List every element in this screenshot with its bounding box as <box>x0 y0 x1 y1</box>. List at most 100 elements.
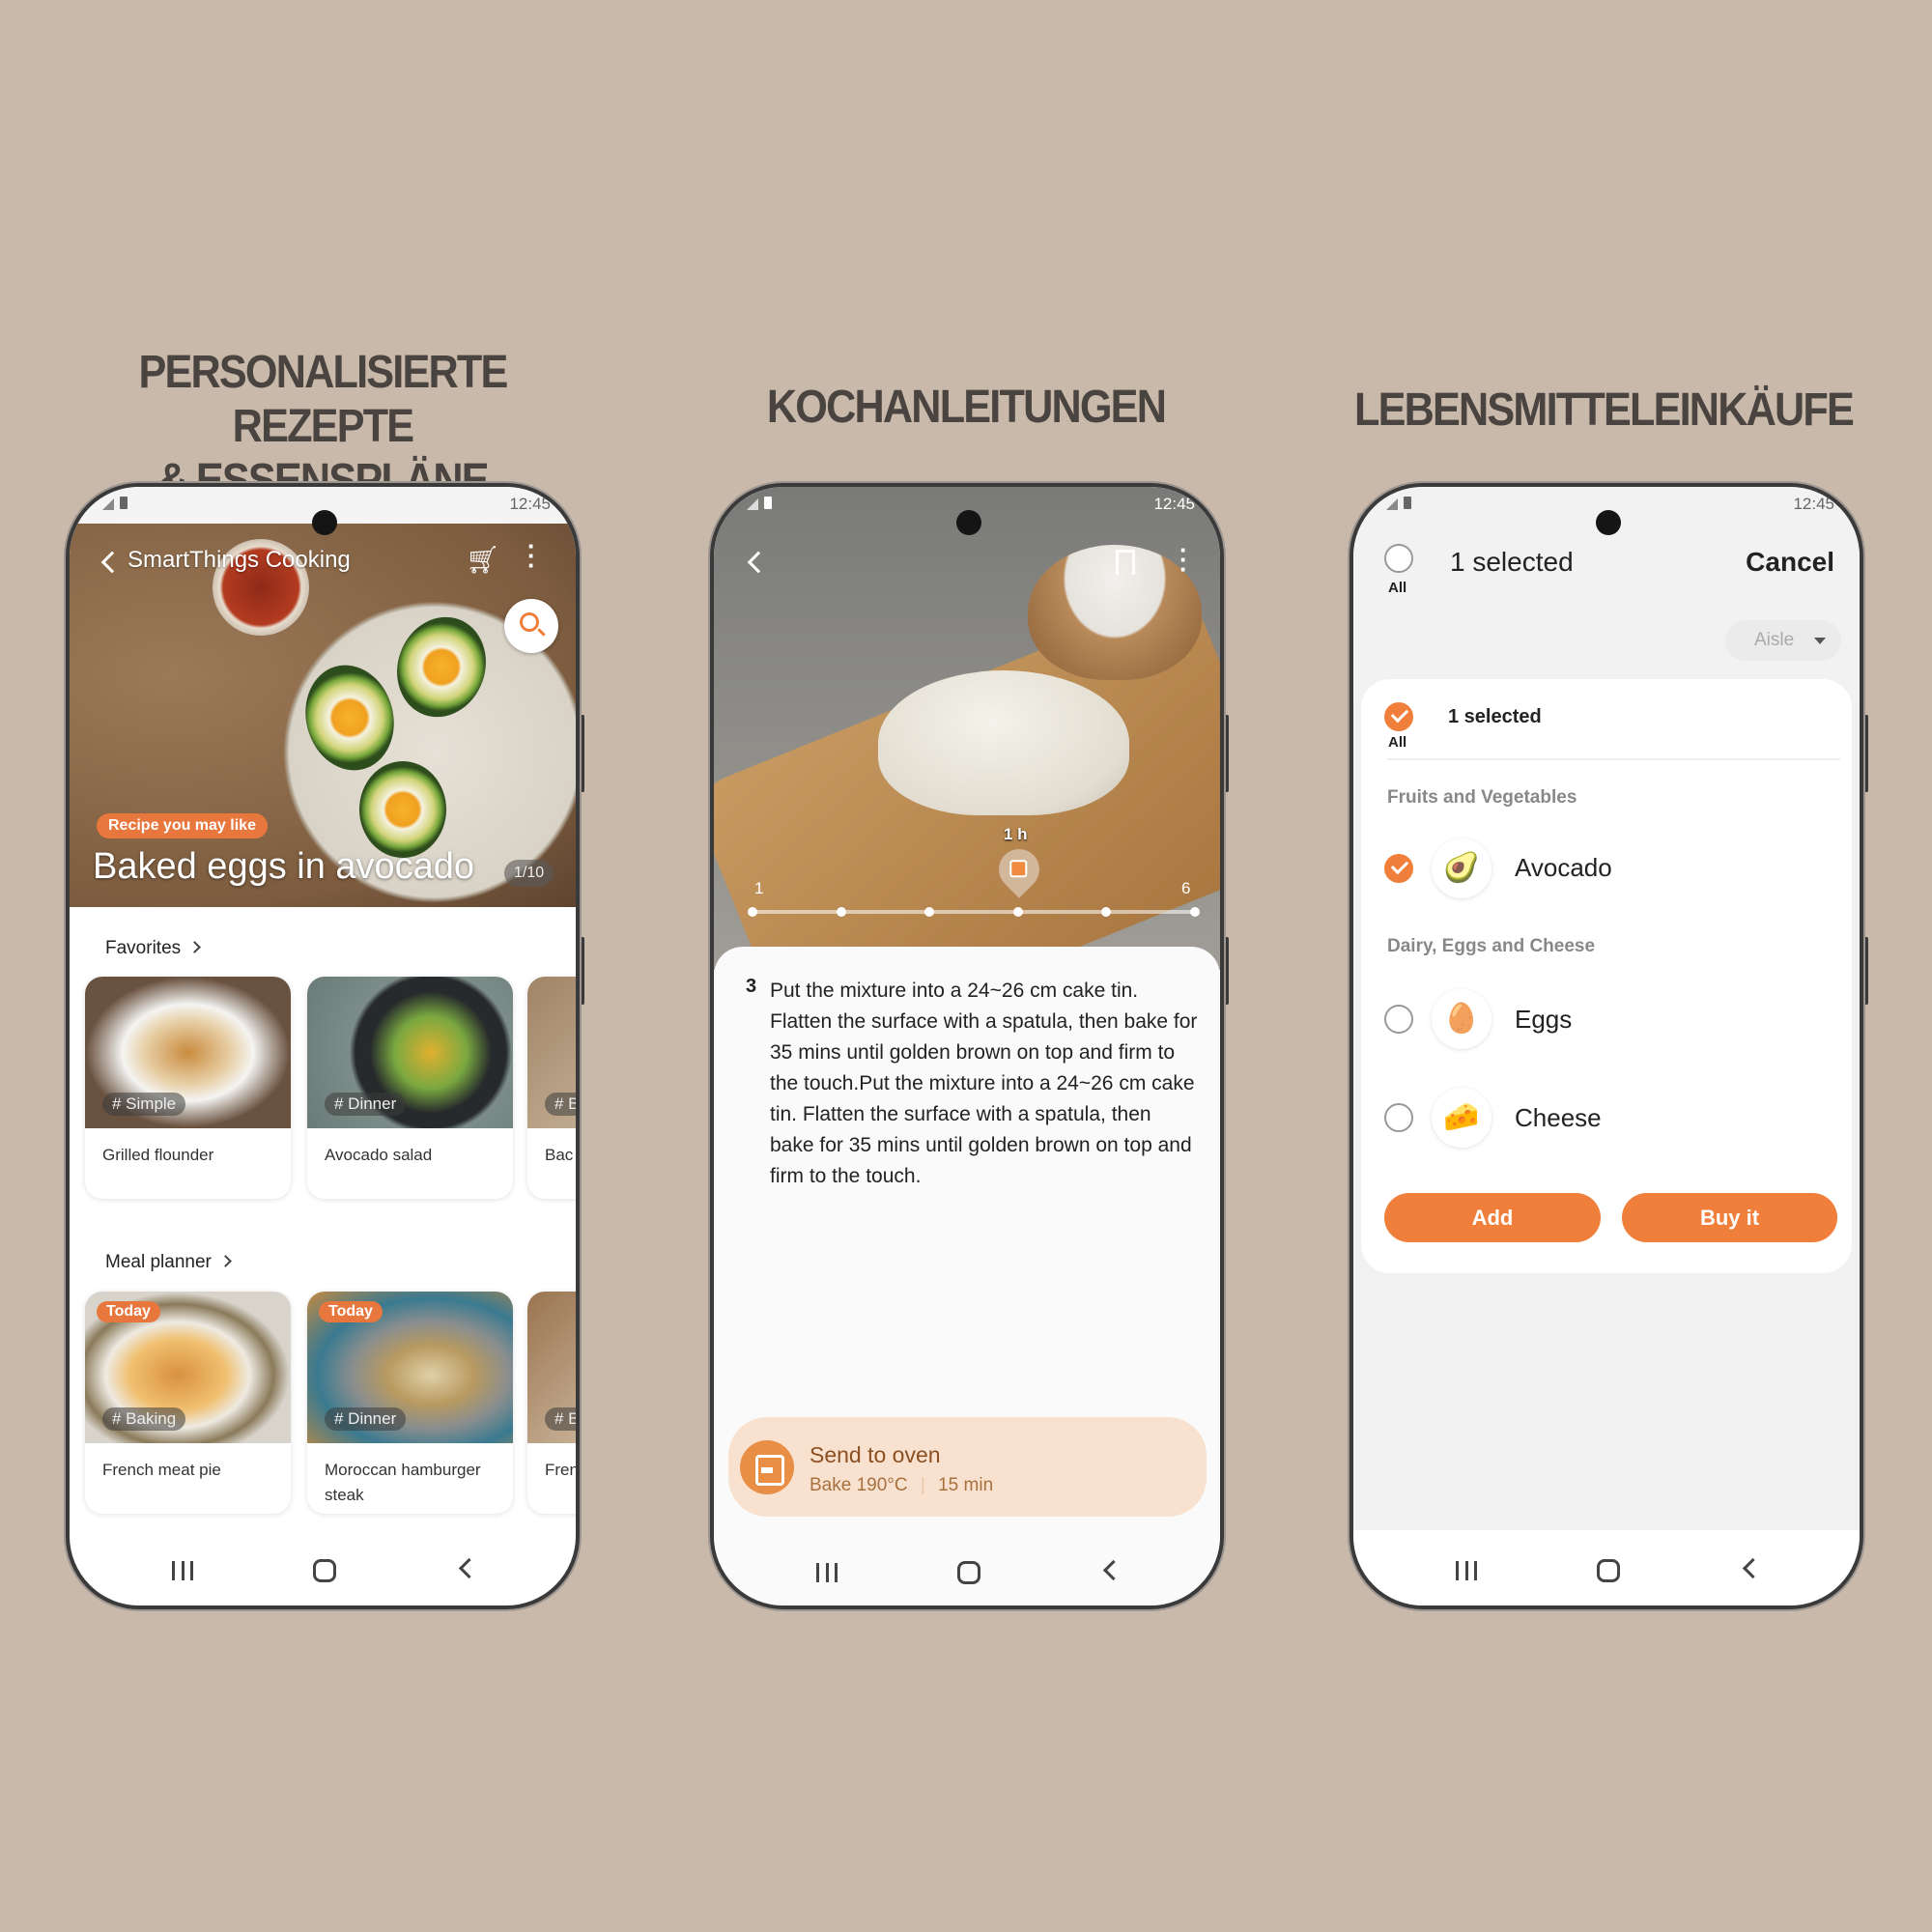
phone-side-button <box>1863 937 1868 1005</box>
step-text: Put the mixture into a 24~26 cm cake tin… <box>770 980 1198 1187</box>
status-time: 12:45 <box>509 495 551 513</box>
category-label: Fruits and Vegetables <box>1387 787 1577 808</box>
meal-planner-label: Meal planner <box>105 1252 212 1272</box>
step-slider[interactable] <box>748 907 1200 917</box>
today-badge: Today <box>97 1301 160 1322</box>
caret-down-icon <box>1814 638 1826 644</box>
recipe-name: Grilled flounder <box>102 1146 214 1164</box>
home-icon[interactable] <box>313 1559 336 1582</box>
phone-side-button <box>1224 715 1229 792</box>
signal-icon <box>1386 498 1398 510</box>
hero-page-counter: 1/10 <box>504 860 554 887</box>
recent-apps-icon[interactable] <box>816 1563 838 1582</box>
recipe-name: Avocado salad <box>325 1146 433 1164</box>
slider-step-dot[interactable] <box>1190 907 1200 917</box>
slider-step-dot[interactable] <box>1012 907 1023 917</box>
meal-card[interactable]: # B Fren <box>527 1292 579 1514</box>
more-options-icon[interactable]: · · · <box>1179 537 1188 582</box>
step-number: 3 <box>746 976 757 997</box>
send-to-oven-title: Send to oven <box>810 1442 941 1467</box>
meal-card[interactable]: Today # Dinner Moroccan hamburger steak <box>307 1292 513 1514</box>
search-icon-handle <box>537 628 546 637</box>
home-icon[interactable] <box>1597 1559 1620 1582</box>
signal-icon <box>102 498 114 510</box>
flour-bowl-image <box>1028 545 1202 680</box>
avocado-image <box>359 761 446 858</box>
search-button[interactable] <box>504 599 558 653</box>
battery-icon <box>764 497 772 509</box>
back-icon[interactable] <box>100 551 124 574</box>
battery-icon <box>120 497 128 509</box>
avocado-icon: 🥑 <box>1432 838 1492 898</box>
slider-step-dot[interactable] <box>836 907 846 917</box>
hero-banner[interactable]: SmartThings Cooking 🛒︎ · · · Recipe you ma… <box>70 520 576 907</box>
phone-recipes: 12:45 SmartThings Cooking 🛒︎ · · · Recipe … <box>66 483 580 1609</box>
item-checkbox[interactable] <box>1384 1005 1413 1034</box>
list-item[interactable]: 🥑 Avocado <box>1361 834 1852 901</box>
cart-icon[interactable]: 🛒︎ <box>466 544 500 576</box>
list-item[interactable]: 🧀 Cheese <box>1361 1084 1852 1151</box>
recent-apps-icon[interactable] <box>1456 1561 1477 1580</box>
navigation-bar <box>70 1548 576 1596</box>
slider-min-label: 1 <box>754 879 764 897</box>
camera-hole <box>1596 510 1621 535</box>
heading-line-1: PERSONALISIERTE REZEPTE <box>138 347 508 452</box>
cancel-button[interactable]: Cancel <box>1746 547 1834 578</box>
phone-side-button <box>580 937 584 1005</box>
back-nav-icon[interactable] <box>458 1557 480 1579</box>
slider-step-dot[interactable] <box>748 907 757 917</box>
recipe-tag: # Dinner <box>325 1407 407 1431</box>
recent-apps-icon[interactable] <box>172 1561 193 1580</box>
home-icon[interactable] <box>957 1561 980 1584</box>
list-item[interactable]: 🥚 Eggs <box>1361 985 1852 1053</box>
add-button[interactable]: Add <box>1384 1193 1601 1242</box>
recipe-name: Bac <box>545 1146 574 1164</box>
navigation-bar <box>714 1549 1220 1598</box>
item-name: Cheese <box>1515 1103 1602 1132</box>
select-all-checkbox[interactable] <box>1384 544 1413 573</box>
sort-label: Aisle <box>1754 630 1795 650</box>
recipe-tag: # Simple <box>102 1093 186 1116</box>
camera-hole <box>956 510 981 535</box>
divider <box>1387 758 1840 760</box>
eggs-icon: 🥚 <box>1432 989 1492 1049</box>
phone-shopping: 12:45 All 1 selected Cancel Aisle All 1 … <box>1350 483 1863 1609</box>
recipe-name: Fren <box>545 1461 579 1479</box>
recipe-name: Moroccan hamburger steak <box>325 1461 481 1504</box>
favorites-label: Favorites <box>105 938 182 958</box>
sort-dropdown[interactable]: Aisle <box>1725 620 1841 661</box>
shopping-list-card: All 1 selected Fruits and Vegetables 🥑 A… <box>1361 679 1852 1273</box>
item-checkbox[interactable] <box>1384 854 1413 883</box>
more-options-icon[interactable]: · · · <box>527 533 536 578</box>
recommendation-badge: Recipe you may like <box>97 813 268 838</box>
recipe-card[interactable]: # Dinner Avocado salad <box>307 977 513 1199</box>
meal-card[interactable]: Today # Baking French meat pie <box>85 1292 291 1514</box>
camera-hole <box>312 510 337 535</box>
status-time: 12:45 <box>1793 495 1834 513</box>
recipe-card[interactable]: # B Bac <box>527 977 576 1199</box>
list-selected-count: 1 selected <box>1448 706 1542 727</box>
separator: | <box>920 1475 925 1495</box>
oven-mode: Bake 190°C <box>810 1475 908 1495</box>
recipe-card[interactable]: # Simple Grilled flounder <box>85 977 291 1199</box>
battery-icon <box>1404 497 1411 509</box>
send-to-oven-button[interactable]: Send to oven Bake 190°C | 15 min <box>728 1417 1207 1517</box>
cheese-icon: 🧀 <box>1432 1088 1492 1148</box>
item-checkbox[interactable] <box>1384 1103 1413 1132</box>
back-nav-icon[interactable] <box>1742 1557 1764 1579</box>
meal-planner-header[interactable]: Meal planner <box>105 1252 232 1273</box>
oven-icon <box>740 1440 794 1494</box>
dough-image <box>878 670 1129 815</box>
recipe-tag: # B <box>545 1093 576 1116</box>
back-nav-icon[interactable] <box>1102 1559 1124 1581</box>
buy-it-button[interactable]: Buy it <box>1622 1193 1837 1242</box>
phone-cooking: 12:45 · · · 1 h 1 6 3 Put the mixture into… <box>710 483 1224 1609</box>
phone-side-button <box>1224 937 1229 1005</box>
list-all-label: All <box>1388 734 1407 751</box>
favorites-header[interactable]: Favorites <box>105 938 202 959</box>
chevron-right-icon <box>218 1255 232 1267</box>
select-all-label: All <box>1388 580 1407 596</box>
list-select-all-checkbox[interactable] <box>1384 702 1413 731</box>
oven-settings: Bake 190°C | 15 min <box>810 1475 993 1496</box>
bookmark-icon[interactable] <box>1116 550 1135 575</box>
